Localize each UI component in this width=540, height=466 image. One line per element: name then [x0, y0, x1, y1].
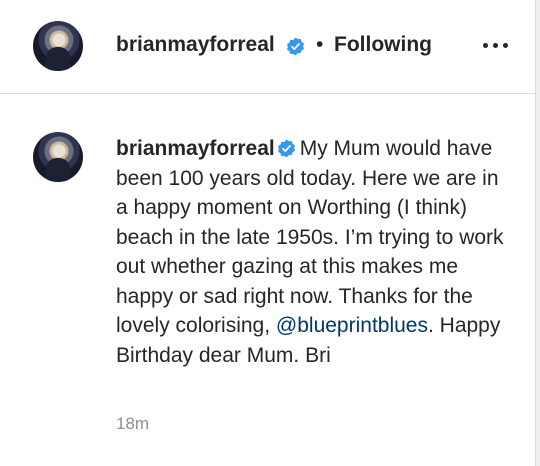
profile-avatar[interactable] [33, 21, 83, 71]
post-timestamp[interactable]: 18m [116, 414, 149, 434]
post-header: brianmayforreal • Following [0, 0, 535, 94]
caption-text: brianmayforreal My Mum would have been 1… [116, 134, 516, 370]
separator-dot: • [316, 33, 324, 56]
following-button[interactable]: Following [334, 33, 432, 57]
header-username[interactable]: brianmayforreal [116, 33, 275, 57]
mention-link[interactable]: @blueprintblues [276, 314, 428, 337]
comment-avatar[interactable] [33, 132, 83, 182]
caption-body: My Mum would have been 100 years old tod… [116, 137, 504, 337]
window-edge [535, 0, 540, 466]
more-options-icon[interactable] [481, 34, 511, 54]
verified-badge-icon [277, 139, 295, 158]
comment-username[interactable]: brianmayforreal [116, 137, 275, 160]
verified-badge-icon [286, 37, 305, 56]
